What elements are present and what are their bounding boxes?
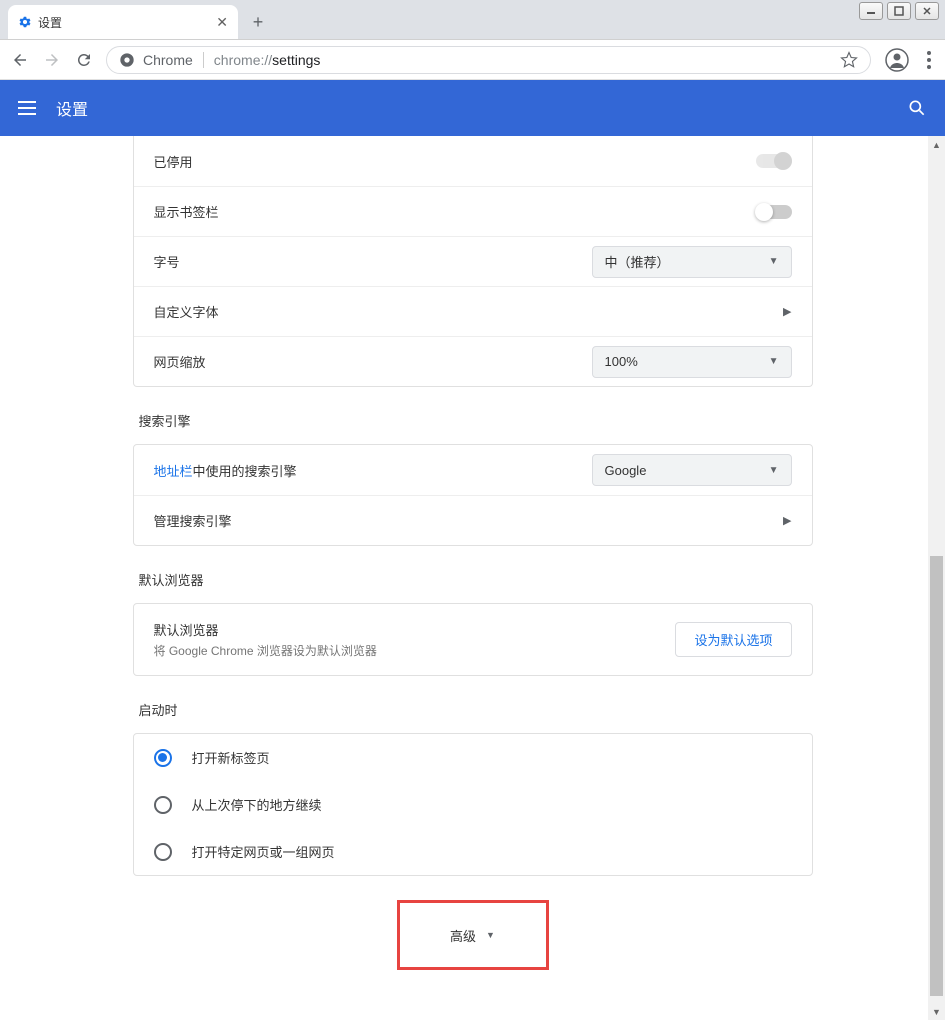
chevron-right-icon: ▶ (783, 305, 791, 318)
chevron-right-icon: ▶ (783, 514, 791, 527)
back-button[interactable] (10, 50, 30, 70)
minimize-button[interactable] (859, 2, 883, 20)
toggle-disabled (756, 154, 792, 168)
startup-option-specific[interactable]: 打开特定网页或一组网页 (134, 828, 812, 875)
address-field[interactable]: Chrome chrome://settings (106, 46, 871, 74)
appearance-card: 已停用 显示书签栏 字号 中（推荐） ▼ 自定义字体 ▶ 网页缩放 (133, 136, 813, 387)
scrollbar-thumb[interactable] (930, 556, 943, 996)
url-scheme: chrome:// (214, 52, 272, 68)
zoom-label: 网页缩放 (154, 352, 592, 371)
search-section-title: 搜索引擎 (139, 411, 813, 430)
font-size-dropdown[interactable]: 中（推荐） ▼ (592, 246, 792, 278)
advanced-button[interactable]: 高级 ▼ (397, 900, 549, 970)
new-tab-button[interactable]: + (244, 8, 272, 36)
row-manage-engines[interactable]: 管理搜索引擎 ▶ (134, 495, 812, 545)
radio-icon (154, 796, 172, 814)
browser-menu-button[interactable] (923, 47, 935, 73)
advanced-label: 高级 (450, 926, 476, 945)
search-engine-value: Google (605, 463, 647, 478)
address-bar: Chrome chrome://settings (0, 40, 945, 80)
tab-title: 设置 (38, 14, 62, 31)
zoom-value: 100% (605, 354, 638, 369)
default-browser-title: 默认浏览器 (154, 620, 676, 639)
startup-option-new-tab[interactable]: 打开新标签页 (134, 734, 812, 781)
scroll-up-icon[interactable]: ▲ (928, 136, 945, 153)
settings-title: 设置 (56, 96, 88, 120)
row-search-engine: 地址栏中使用的搜索引擎 Google ▼ (134, 445, 812, 495)
close-window-button[interactable] (915, 2, 939, 20)
search-card: 地址栏中使用的搜索引擎 Google ▼ 管理搜索引擎 ▶ (133, 444, 813, 546)
startup-card: 打开新标签页 从上次停下的地方继续 打开特定网页或一组网页 (133, 733, 813, 876)
chrome-logo-icon (119, 52, 135, 68)
startup-section-title: 启动时 (139, 700, 813, 719)
search-engine-text: 中使用的搜索引擎 (193, 464, 297, 479)
bookmarks-toggle[interactable] (756, 205, 792, 219)
settings-header: 设置 (0, 80, 945, 136)
font-size-label: 字号 (154, 252, 592, 271)
row-font-size: 字号 中（推荐） ▼ (134, 236, 812, 286)
set-default-button[interactable]: 设为默认选项 (675, 622, 791, 657)
row-custom-font[interactable]: 自定义字体 ▶ (134, 286, 812, 336)
default-browser-desc: 将 Google Chrome 浏览器设为默认浏览器 (154, 642, 676, 659)
url-path: settings (272, 52, 320, 68)
disabled-label: 已停用 (154, 152, 756, 171)
radio-selected-icon (154, 749, 172, 767)
startup-option-continue[interactable]: 从上次停下的地方继续 (134, 781, 812, 828)
scroll-down-icon[interactable]: ▼ (928, 1003, 945, 1020)
chrome-label: Chrome (143, 52, 204, 68)
maximize-button[interactable] (887, 2, 911, 20)
gear-icon (18, 15, 32, 29)
manage-engines-label: 管理搜索引擎 (154, 511, 784, 530)
search-engine-dropdown[interactable]: Google ▼ (592, 454, 792, 486)
scrollbar[interactable]: ▲ ▼ (928, 136, 945, 1020)
startup-opt2-label: 从上次停下的地方继续 (192, 795, 322, 814)
zoom-dropdown[interactable]: 100% ▼ (592, 346, 792, 378)
custom-font-label: 自定义字体 (154, 302, 784, 321)
startup-opt3-label: 打开特定网页或一组网页 (192, 842, 335, 861)
startup-opt1-label: 打开新标签页 (192, 748, 270, 767)
chevron-down-icon: ▼ (769, 356, 779, 367)
close-tab-icon[interactable]: ✕ (216, 14, 228, 31)
chevron-down-icon: ▼ (769, 465, 779, 476)
radio-icon (154, 843, 172, 861)
search-icon[interactable] (907, 98, 927, 118)
default-browser-section-title: 默认浏览器 (139, 570, 813, 589)
forward-button[interactable] (42, 50, 62, 70)
address-bar-link[interactable]: 地址栏 (154, 464, 193, 479)
chevron-down-icon: ▼ (486, 930, 495, 940)
content-area: 已停用 显示书签栏 字号 中（推荐） ▼ 自定义字体 ▶ 网页缩放 (0, 136, 945, 1020)
bookmark-star-icon[interactable] (840, 51, 858, 69)
row-bookmarks: 显示书签栏 (134, 186, 812, 236)
browser-tab[interactable]: 设置 ✕ (8, 5, 238, 39)
menu-icon[interactable] (18, 101, 36, 115)
row-default-browser: 默认浏览器 将 Google Chrome 浏览器设为默认浏览器 设为默认选项 (134, 604, 812, 675)
bookmarks-label: 显示书签栏 (154, 202, 756, 221)
profile-button[interactable] (883, 46, 911, 74)
window-controls (859, 2, 939, 20)
tab-bar: 设置 ✕ + (0, 0, 945, 40)
font-size-value: 中（推荐） (605, 252, 670, 271)
reload-button[interactable] (74, 50, 94, 70)
chevron-down-icon: ▼ (769, 256, 779, 267)
row-disabled: 已停用 (134, 136, 812, 186)
row-zoom: 网页缩放 100% ▼ (134, 336, 812, 386)
default-browser-card: 默认浏览器 将 Google Chrome 浏览器设为默认浏览器 设为默认选项 (133, 603, 813, 676)
